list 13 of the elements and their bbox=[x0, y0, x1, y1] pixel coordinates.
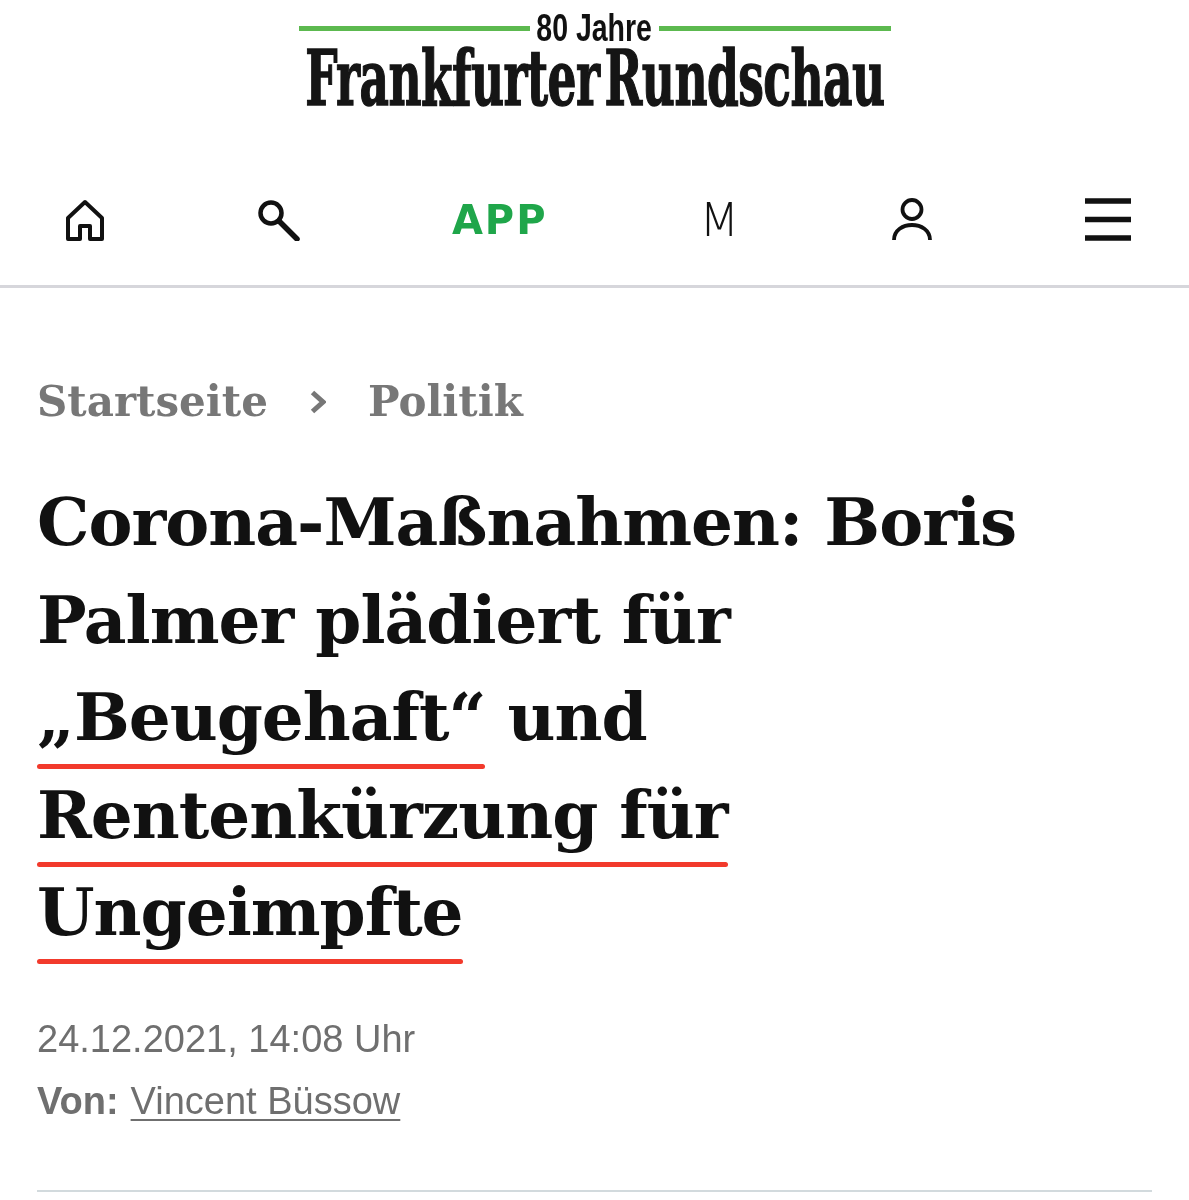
m-letter-link[interactable]: M bbox=[699, 196, 740, 243]
user-icon[interactable] bbox=[891, 198, 934, 241]
app-link[interactable]: APP bbox=[451, 197, 548, 242]
search-icon[interactable] bbox=[256, 198, 300, 241]
breadcrumb-link[interactable]: Startseite bbox=[37, 372, 268, 432]
menu-icon[interactable] bbox=[1085, 198, 1131, 241]
author-link[interactable]: Vincent Büssow bbox=[130, 1075, 401, 1126]
home-icon[interactable] bbox=[65, 198, 105, 241]
chevron-right-icon bbox=[309, 390, 326, 414]
breadcrumb-link[interactable]: Politik bbox=[367, 372, 523, 432]
publish-date: 24.12.2021, 14:08 Uhr bbox=[37, 1016, 416, 1062]
article-headline: Corona-Maßnahmen: Boris Palmer plädiert für „Beugehaft“ und Rentenkürzung für Ungeimpfte bbox=[37, 482, 1018, 953]
author-label: Von: bbox=[37, 1078, 119, 1124]
